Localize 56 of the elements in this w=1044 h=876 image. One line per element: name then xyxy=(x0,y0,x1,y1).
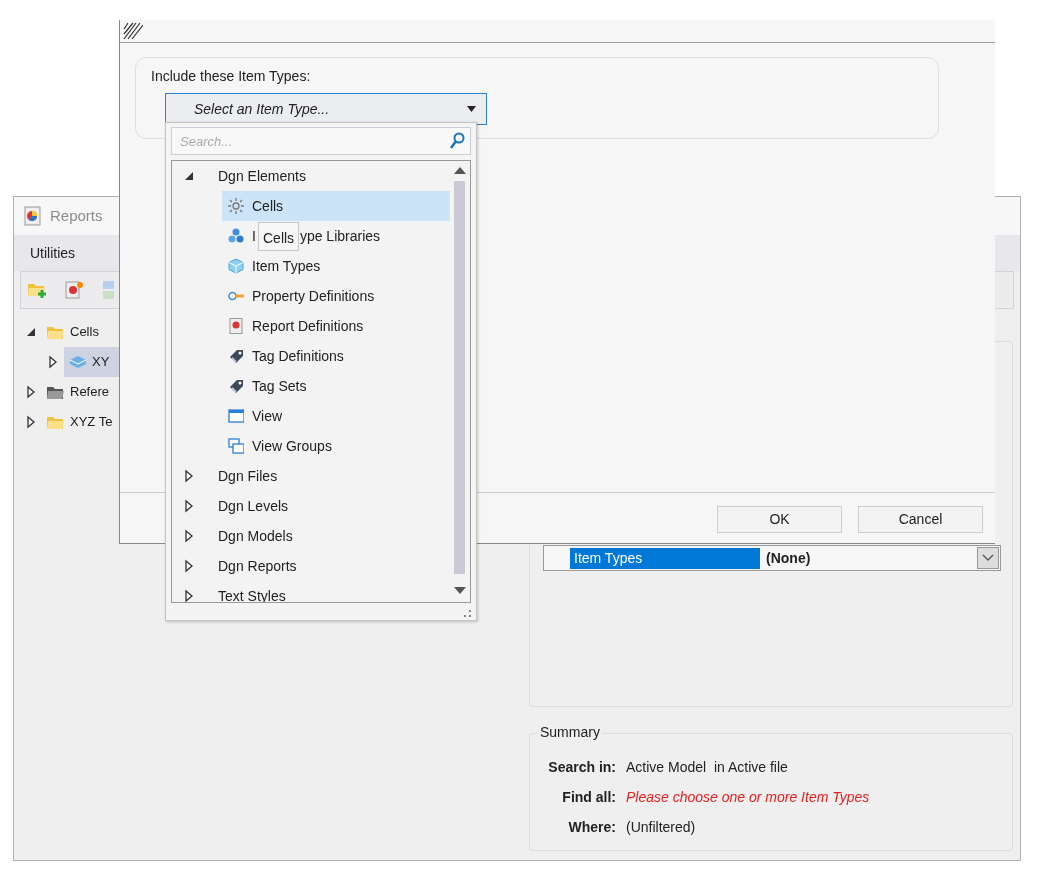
tree-item[interactable]: View Groups xyxy=(222,431,450,461)
tree-item[interactable]: Dgn Elements xyxy=(218,165,306,187)
summary-label: Where: xyxy=(567,817,616,837)
tree-item[interactable]: View xyxy=(222,401,450,431)
summary-label: Find all: xyxy=(561,787,616,807)
tree-item[interactable]: Dgn Levels xyxy=(218,495,289,517)
summary-value: Active Model in Active file xyxy=(626,757,788,777)
property-value: (None) xyxy=(765,548,812,568)
cell-icon xyxy=(68,354,88,370)
cube-icon xyxy=(228,258,244,274)
summary-value: (Unfiltered) xyxy=(626,817,696,837)
search-icon xyxy=(449,132,465,150)
tree-item[interactable]: Tag Sets xyxy=(222,371,450,401)
tag-icon xyxy=(228,378,244,394)
dialog-button[interactable]: OK xyxy=(717,506,842,533)
scroll-up-icon xyxy=(454,167,466,174)
tree-item[interactable]: Property Definitions xyxy=(222,281,450,311)
report-icon xyxy=(228,318,244,334)
scroll-thumb[interactable] xyxy=(454,181,465,574)
tree-item[interactable]: Item Types xyxy=(222,251,450,281)
search-field[interactable]: Search... xyxy=(171,127,471,155)
gear-icon xyxy=(228,198,244,214)
tooltip: Cells xyxy=(258,222,299,251)
report-icon xyxy=(24,206,42,226)
tree-item[interactable]: Tag Definitions xyxy=(222,341,450,371)
tag-icon xyxy=(228,348,244,364)
menu-item[interactable]: Utilities xyxy=(30,242,76,264)
property-row[interactable]: Item Types (None) xyxy=(543,545,1001,571)
resize-grip-icon xyxy=(464,610,472,618)
molecule-icon xyxy=(228,228,244,244)
grip-icon xyxy=(123,22,143,40)
dropdown-arrow-icon xyxy=(467,106,476,112)
tree-item[interactable]: XYZ Te xyxy=(42,409,117,435)
grid-icon xyxy=(101,279,115,301)
scroll-down-icon xyxy=(454,587,466,594)
item-type-combo[interactable]: Select an Item Type... xyxy=(165,93,487,125)
report-add-icon xyxy=(65,280,85,300)
window-icon xyxy=(228,408,244,424)
property-label: Item Types xyxy=(570,547,760,569)
windows-icon xyxy=(228,438,244,454)
dialog-button[interactable]: Cancel xyxy=(858,506,983,533)
tree-item[interactable]: Refere xyxy=(42,379,114,405)
tree-item[interactable]: Dgn Models xyxy=(218,525,293,547)
tree-item-text[interactable]: ype Libraries xyxy=(299,227,381,244)
tree-item[interactable]: Cells xyxy=(42,319,103,345)
tree-item[interactable]: Dgn Files xyxy=(218,465,278,487)
window-title: Reports xyxy=(50,205,103,226)
tree-item[interactable]: Report Definitions xyxy=(222,311,450,341)
summary-label: Search in: xyxy=(547,757,616,777)
chevron-down-icon xyxy=(982,554,994,562)
tree-item-text[interactable]: I xyxy=(252,227,256,244)
warning-text: Please choose one or more Item Types xyxy=(626,787,870,807)
group-label: Include these Item Types: xyxy=(151,67,312,86)
tree-item[interactable]: Cells xyxy=(222,191,450,221)
tree-item[interactable]: Dgn Reports xyxy=(218,555,297,577)
dropdown-button[interactable] xyxy=(977,547,999,569)
